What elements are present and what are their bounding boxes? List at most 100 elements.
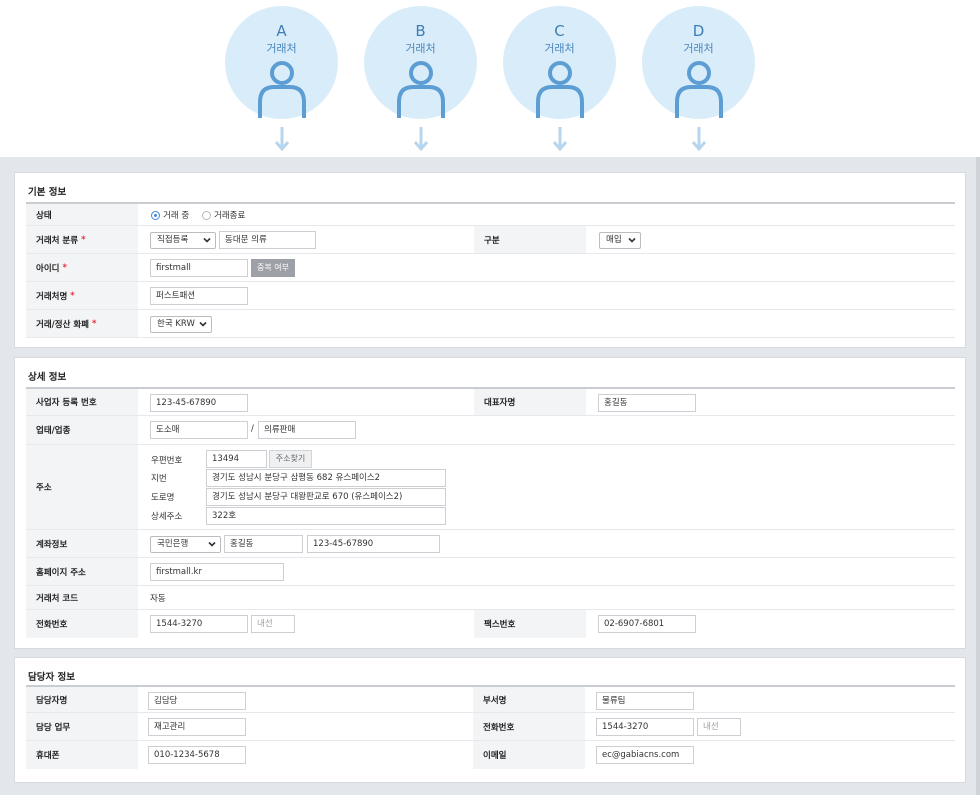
- currency-row: 거래/정산 화폐 * 한국 KRW: [26, 310, 955, 338]
- address-row: 주소 우편번호 13494 주소찾기 지번 경기도 성남시 분당구 삼평동 68…: [26, 445, 955, 530]
- fax-input[interactable]: 02-6907-6801: [598, 615, 696, 633]
- field-label: 아이디 *: [26, 254, 138, 281]
- manager-phone-input[interactable]: 1544-3270: [596, 718, 694, 736]
- field-label: 이메일: [473, 741, 585, 769]
- homepage-input[interactable]: firstmall.kr: [150, 563, 284, 581]
- partner-circle-b: B 거래처: [364, 6, 477, 119]
- detail-address-input[interactable]: 322호: [206, 507, 446, 525]
- category-select[interactable]: 직접등록: [150, 232, 216, 249]
- basic-info-card: 기본 정보 상태 거래 중 거래종료 거래처 분류 * 직접등록 동대문 의류 구…: [14, 172, 966, 348]
- status-active-radio[interactable]: [151, 211, 160, 220]
- currency-select-value: 한국 KRW: [157, 319, 195, 329]
- partner-circle-a: A 거래처: [225, 6, 338, 119]
- zip-input[interactable]: 13494: [206, 450, 267, 468]
- field-label: 업태/업종: [26, 416, 138, 444]
- field-label: 전화번호: [26, 610, 138, 638]
- chevron-down-icon: [203, 237, 211, 243]
- partner-code-row: 거래처 코드 자동: [26, 586, 955, 610]
- division-select[interactable]: 매입: [599, 232, 641, 249]
- field-label: 대표자명: [474, 389, 586, 415]
- arrow-down-icon: [552, 127, 568, 152]
- field-label: 사업자 등록 번호: [26, 389, 138, 415]
- chevron-down-icon: [199, 321, 207, 327]
- field-label: 상태: [26, 204, 138, 225]
- phone-input[interactable]: 1544-3270: [150, 615, 248, 633]
- mobile-row: 휴대폰 010-1234-5678 이메일 ec@gabiacns.com: [26, 741, 955, 769]
- manager-info-card: 담당자 정보 담당자명 김담당 부서명 물류팀 담당 업무 재고관리 전화번호 …: [14, 657, 966, 783]
- partner-name-label: 거래처명: [36, 291, 68, 302]
- road-input[interactable]: 경기도 성남시 분당구 대왕판교로 670 (유스페이스2): [206, 488, 446, 506]
- partner-label: 거래처: [405, 42, 436, 55]
- field-label: 팩스번호: [474, 610, 586, 638]
- partner-circle-d: D 거래처: [642, 6, 755, 119]
- category-row: 거래처 분류 * 직접등록 동대문 의류 구분 매입: [26, 226, 955, 254]
- person-icon: [258, 61, 306, 118]
- duplicate-check-button[interactable]: 중복 여부: [251, 259, 295, 277]
- field-label: 전화번호: [473, 713, 585, 740]
- manager-name-input[interactable]: 김담당: [148, 692, 246, 710]
- partner-letter: B: [415, 22, 426, 40]
- section-title: 상세 정보: [28, 372, 67, 383]
- business-item-input[interactable]: 의류판매: [258, 421, 356, 439]
- email-input[interactable]: ec@gabiacns.com: [596, 746, 694, 764]
- category-input[interactable]: 동대문 의류: [219, 231, 316, 249]
- bank-select[interactable]: 국민은행: [150, 536, 221, 553]
- arrow-down-icon: [691, 127, 707, 152]
- biz-no-input[interactable]: 123-45-67890: [150, 394, 248, 412]
- road-label: 도로명: [151, 493, 175, 503]
- partner-letter: A: [276, 22, 287, 40]
- division-select-value: 매입: [606, 235, 622, 245]
- business-type-input[interactable]: 도소매: [150, 421, 248, 439]
- manager-name-row: 담당자명 김담당 부서명 물류팀: [26, 685, 955, 713]
- detail-info-card: 상세 정보 사업자 등록 번호 123-45-67890 대표자명 홍길동 업태…: [14, 357, 966, 649]
- detail-address-label: 상세주소: [151, 512, 183, 522]
- ceo-input[interactable]: 홍길동: [598, 394, 696, 412]
- section-title: 기본 정보: [28, 187, 67, 198]
- phone-ext-input[interactable]: 내선: [251, 615, 295, 633]
- category-select-value: 직접등록: [157, 235, 189, 245]
- field-label: 담당 업무: [26, 713, 138, 740]
- field-label: 거래/정산 화폐 *: [26, 310, 138, 337]
- field-label: 주소: [26, 445, 138, 529]
- account-holder-input[interactable]: 홍길동: [224, 535, 303, 553]
- phone-row: 전화번호 1544-3270 내선 팩스번호 02-6907-6801: [26, 610, 955, 638]
- field-label: 구분: [474, 226, 586, 253]
- duty-input[interactable]: 재고관리: [148, 718, 246, 736]
- section-title: 담당자 정보: [28, 672, 76, 683]
- mobile-input[interactable]: 010-1234-5678: [148, 746, 246, 764]
- jibun-input[interactable]: 경기도 성남시 분당구 삼평동 682 유스페이스2: [206, 469, 446, 487]
- dept-input[interactable]: 물류팀: [596, 692, 694, 710]
- partner-name-input[interactable]: 퍼스트패션: [150, 287, 248, 305]
- field-label: 계좌정보: [26, 530, 138, 557]
- field-label: 거래처 코드: [26, 586, 138, 609]
- zip-label: 우편번호: [151, 456, 183, 466]
- field-label: 휴대폰: [26, 741, 138, 769]
- account-number-input[interactable]: 123-45-67890: [307, 535, 440, 553]
- person-icon: [397, 61, 445, 118]
- partner-circle-c: C 거래처: [503, 6, 616, 119]
- partner-letter: C: [554, 22, 565, 40]
- partner-code-value: 자동: [150, 594, 166, 604]
- arrow-down-icon: [274, 127, 290, 152]
- required-mark: *: [91, 318, 97, 329]
- status-row: 상태 거래 중 거래종료: [26, 202, 955, 226]
- partner-label: 거래처: [266, 42, 297, 55]
- person-icon: [675, 61, 723, 118]
- chevron-down-icon: [208, 541, 216, 547]
- status-ended-radio[interactable]: [202, 211, 211, 220]
- required-mark: *: [62, 262, 67, 273]
- manager-phone-ext-input[interactable]: 내선: [697, 718, 741, 736]
- zip-search-button[interactable]: 주소찾기: [269, 450, 312, 468]
- status-ended-label: 거래종료: [214, 211, 246, 221]
- required-mark: *: [81, 234, 86, 245]
- field-label: 부서명: [473, 687, 585, 712]
- field-label: 홈페이지 주소: [26, 558, 138, 585]
- category-label: 거래처 분류: [36, 235, 79, 246]
- id-row: 아이디 * firstmall 중복 여부: [26, 254, 955, 282]
- bank-select-value: 국민은행: [157, 539, 189, 549]
- partner-name-row: 거래처명 * 퍼스트패션: [26, 282, 955, 310]
- currency-label: 거래/정산 화폐: [36, 319, 89, 330]
- id-input[interactable]: firstmall: [150, 259, 248, 277]
- business-row: 업태/업종 도소매 / 의류판매: [26, 416, 955, 445]
- currency-select[interactable]: 한국 KRW: [150, 316, 212, 333]
